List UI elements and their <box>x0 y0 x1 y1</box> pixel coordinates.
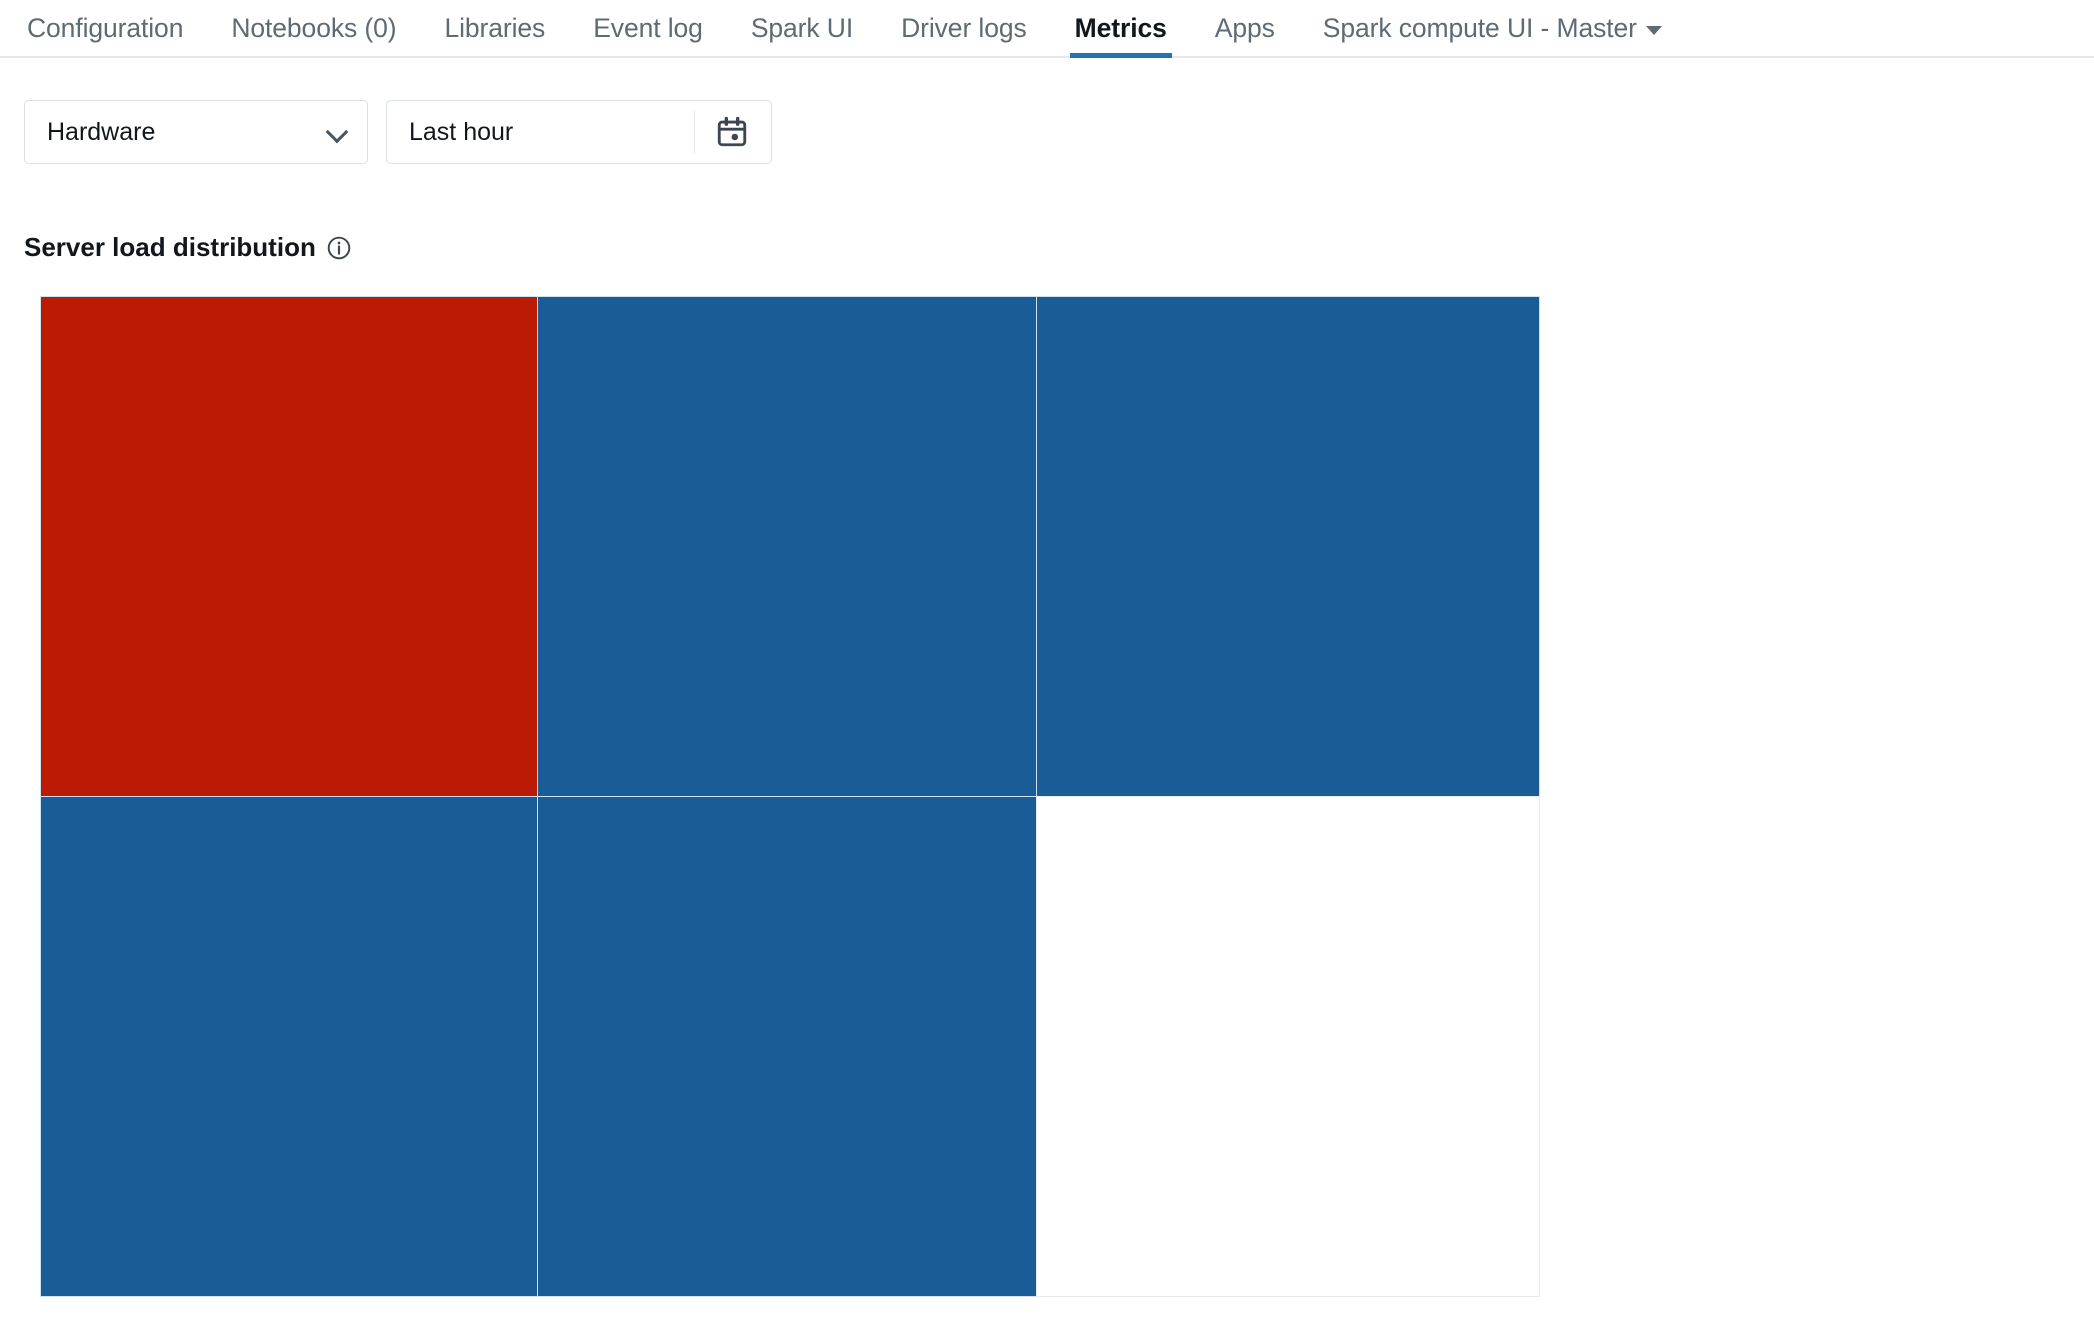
tab-label: Metrics <box>1074 12 1167 43</box>
section-header: Server load distribution <box>24 232 352 263</box>
time-range-value: Last hour <box>409 117 514 146</box>
tab-spark-compute-ui-master[interactable]: Spark compute UI - Master <box>1318 0 1667 56</box>
tab-label: Spark compute UI - Master <box>1322 12 1637 43</box>
metric-group-value: Hardware <box>47 117 156 146</box>
metric-group-select[interactable]: Hardware <box>24 100 368 164</box>
cluster-detail-tabs: Configuration Notebooks (0) Libraries Event… <box>0 0 2094 58</box>
treemap-tile[interactable] <box>39 296 540 798</box>
picker-divider <box>693 111 695 153</box>
tab-notebooks-0[interactable]: Notebooks (0) <box>226 0 401 56</box>
info-icon[interactable] <box>326 235 352 261</box>
calendar-icon[interactable] <box>715 115 749 149</box>
tab-label: Spark UI <box>750 12 854 43</box>
tab-apps[interactable]: Apps <box>1210 0 1280 56</box>
tab-label: Driver logs <box>901 12 1027 43</box>
tab-libraries[interactable]: Libraries <box>439 0 550 56</box>
tab-metrics[interactable]: Metrics <box>1069 0 1172 58</box>
treemap-tile[interactable] <box>1036 296 1540 798</box>
metrics-filter-bar: Hardware Last hour <box>24 100 772 164</box>
tab-label: Configuration <box>27 12 184 43</box>
server-load-treemap[interactable] <box>39 296 1540 1297</box>
tab-driver-logs[interactable]: Driver logs <box>896 0 1032 56</box>
tab-spark-ui[interactable]: Spark UI <box>746 0 858 56</box>
tab-label: Notebooks (0) <box>231 12 397 43</box>
treemap-tile[interactable] <box>537 296 1039 798</box>
tab-label: Event log <box>593 12 703 43</box>
chevron-down-icon <box>327 121 349 143</box>
treemap-tile[interactable] <box>537 795 1039 1297</box>
tab-event-log[interactable]: Event log <box>588 0 708 56</box>
caret-down-icon <box>1645 25 1662 35</box>
time-range-picker[interactable]: Last hour <box>386 100 772 164</box>
treemap-tile <box>1036 795 1540 1297</box>
metrics-page: Configuration Notebooks (0) Libraries Event… <box>0 0 2094 1326</box>
tab-configuration[interactable]: Configuration <box>22 0 188 56</box>
tab-label: Apps <box>1214 12 1275 43</box>
tab-label: Libraries <box>444 12 546 43</box>
page-title: Server load distribution <box>24 232 316 262</box>
treemap-tile[interactable] <box>39 795 540 1297</box>
